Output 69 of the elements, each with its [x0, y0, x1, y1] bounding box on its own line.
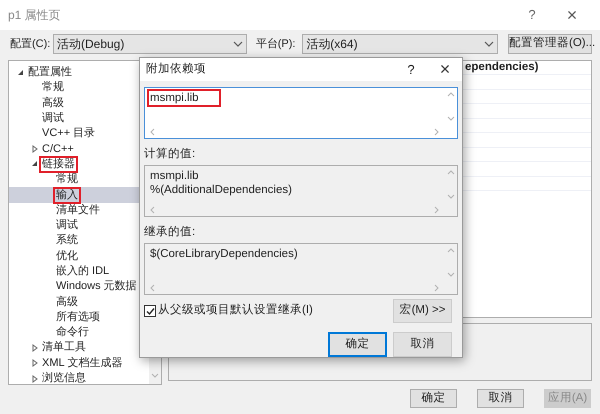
chevron-left-icon	[149, 284, 157, 292]
dialog-title: 附加依赖项	[146, 62, 206, 77]
tree-item[interactable]: 浏览信息	[41, 372, 87, 384]
chevron-left-icon	[149, 206, 157, 214]
chevron-right-icon	[433, 206, 441, 214]
help-button[interactable]: ?	[394, 60, 428, 79]
field-label: 平台(P):	[256, 36, 296, 52]
chevron-left-icon	[149, 128, 157, 136]
tree-item[interactable]: 常规	[55, 173, 79, 186]
tree-item[interactable]: 调试	[41, 112, 65, 126]
config-manager-button[interactable]: 配置管理器(O)...	[508, 34, 592, 54]
property-value: ependencies)	[465, 60, 538, 75]
chevron-down-icon	[447, 192, 455, 201]
tree-item[interactable]: 链接器	[41, 158, 76, 171]
tree-item[interactable]: 调试	[55, 219, 79, 232]
help-button[interactable]: ?	[512, 5, 552, 25]
tree-item[interactable]: 常规	[41, 81, 65, 94]
tree-item[interactable]: 所有选项	[55, 310, 101, 324]
tree-item[interactable]: XML 文档生成器	[41, 356, 124, 370]
checkmark-icon	[146, 306, 154, 316]
chevron-up-icon	[447, 168, 455, 177]
text-line: $(CoreLibraryDependencies)	[149, 247, 299, 261]
tree-item[interactable]: 配置属性	[27, 66, 73, 80]
tree-item[interactable]: C/C++	[41, 142, 75, 156]
tree-item[interactable]: 清单文件	[55, 204, 101, 217]
dropdown[interactable]: 活动(x64)	[302, 34, 498, 54]
collapsed-triangle-icon[interactable]	[31, 359, 39, 368]
expanded-triangle-icon[interactable]	[17, 68, 25, 77]
chevron-down-icon	[484, 40, 494, 48]
tree-item[interactable]: 高级	[41, 96, 65, 110]
chevron-right-icon	[433, 128, 441, 136]
collapsed-triangle-icon[interactable]	[31, 145, 39, 154]
chevron-up-icon	[447, 90, 455, 98]
section-label: 继承的值:	[144, 224, 196, 240]
section-label: 计算的值:	[144, 146, 196, 162]
macro-button[interactable]: 宏(M) >>	[393, 299, 452, 323]
chevron-up-icon	[447, 247, 455, 255]
checkbox-label: 从父级或项目默认设置继承(I)	[158, 302, 313, 318]
tree-item[interactable]: 命令行	[55, 326, 90, 340]
close-button[interactable]: ×	[428, 60, 462, 78]
field-label: 配置(C):	[10, 36, 48, 52]
chevron-down-icon	[447, 271, 455, 279]
dialog-button[interactable]: 确定	[410, 389, 457, 408]
chevron-down-icon	[232, 40, 243, 48]
text-input-field[interactable]: msmpi.lib	[144, 86, 458, 138]
checkbox[interactable]	[144, 305, 156, 317]
chevron-right-icon	[433, 284, 441, 292]
text-line: %(AdditionalDependencies)	[149, 182, 293, 197]
dialog-button[interactable]: 取消	[477, 389, 524, 408]
text-line: msmpi.lib	[149, 90, 219, 104]
close-button[interactable]: ×	[552, 6, 592, 24]
chevron-down-icon	[151, 372, 159, 380]
tree-item[interactable]: 优化	[55, 250, 79, 263]
collapsed-triangle-icon[interactable]	[31, 344, 39, 352]
chevron-down-icon	[447, 114, 455, 122]
dropdown[interactable]: 活动(Debug)	[53, 34, 247, 54]
tree-item[interactable]: 输入	[55, 188, 79, 202]
text-line: msmpi.lib	[149, 168, 200, 183]
ok-button[interactable]: 确定	[328, 332, 387, 357]
collapsed-triangle-icon[interactable]	[31, 374, 39, 383]
tree-item[interactable]: VC++ 目录	[41, 127, 96, 140]
cancel-button[interactable]: 取消	[393, 332, 452, 357]
tree-item[interactable]: 嵌入的 IDL	[55, 265, 110, 278]
tree-item[interactable]: Windows 元数据	[55, 280, 138, 294]
tree-item[interactable]: 清单工具	[41, 341, 87, 354]
tree-item[interactable]: 系统	[55, 234, 79, 248]
expanded-triangle-icon[interactable]	[31, 160, 39, 168]
window-title: p1 属性页	[8, 7, 61, 24]
tree-item[interactable]: 高级	[55, 296, 79, 309]
